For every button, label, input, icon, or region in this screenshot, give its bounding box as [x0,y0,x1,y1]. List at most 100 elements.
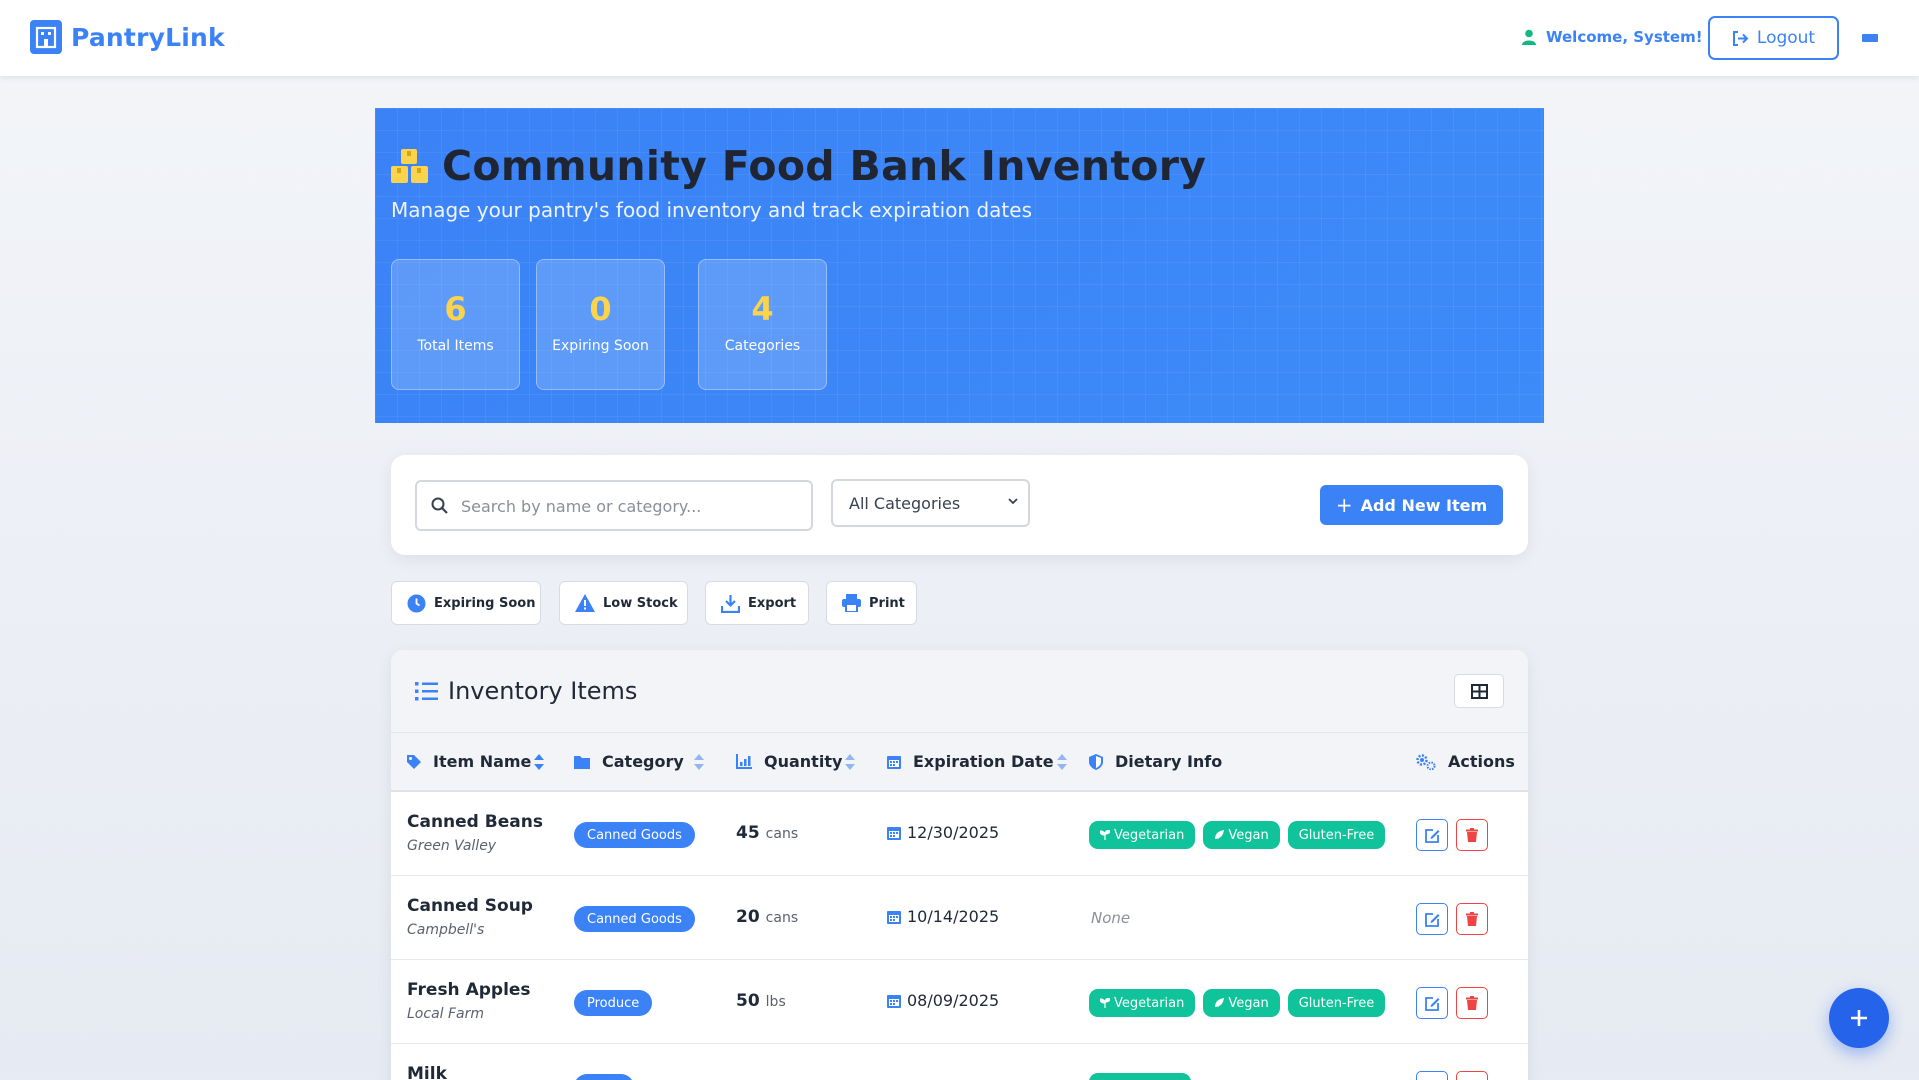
stat-value: 4 [751,290,774,328]
edit-button[interactable] [1416,819,1448,851]
logout-label: Logout [1756,28,1816,48]
table-row: Canned Soup Campbell's Canned Goods 20 ca… [391,876,1528,960]
stat-label: Expiring Soon [552,338,649,354]
expiration-date: 10/14/2025 [887,907,999,926]
column-item-name[interactable]: Item Name [407,752,545,771]
category-badge [574,1074,634,1080]
category-badge: Canned Goods [574,822,695,848]
expiration-date: 08/09/2025 [887,991,999,1010]
delete-button[interactable] [1456,1071,1488,1080]
diet-badge-vegetarian: Vegetarian [1089,821,1196,849]
leaf-icon [1215,830,1225,839]
column-quantity[interactable]: Quantity [736,752,856,771]
delete-button[interactable] [1456,819,1488,851]
boxes-icon [391,149,428,183]
quantity-unit: cans [765,826,799,842]
add-new-item-button[interactable]: + Add New Item [1320,485,1503,525]
export-label: Export [748,595,797,611]
diet-badge-vegan: Vegan [1203,821,1280,849]
column-label: Item Name [433,752,532,771]
table-row: Milk [391,1044,1528,1080]
print-button[interactable]: Print [826,581,917,625]
warning-icon [575,594,595,612]
clock-icon [407,594,426,612]
diet-label: Vegan [1228,995,1269,1011]
welcome-message: Welcome, System! [1522,28,1703,46]
dietary-none: None [1091,909,1131,927]
menu-toggle-icon[interactable] [1862,34,1878,42]
dietary-badges: Vegetarian Vegan Gluten-Free [1089,821,1393,849]
dietary-badges: Vegetarian Vegan Gluten-Free [1089,989,1393,1017]
search-box [415,480,813,531]
expiration-date-value: 12/30/2025 [907,823,1000,842]
edit-button[interactable] [1416,1071,1448,1080]
stat-label: Total Items [417,338,494,354]
edit-button[interactable] [1416,903,1448,935]
sort-icon[interactable] [845,753,856,770]
trash-icon [1466,912,1478,926]
diet-badge [1089,1073,1191,1080]
stat-card-categories: 4 Categories [698,259,827,390]
quantity-value: 50 [736,991,760,1011]
quantity-value: 45 [736,823,760,843]
item-brand: Local Farm [407,1006,485,1022]
sort-icon[interactable] [534,753,545,770]
item-name: Canned Soup [407,896,533,916]
stat-label: Categories [724,338,801,354]
column-label: Category [602,752,684,771]
category-badge: Canned Goods [574,906,695,932]
item-name: Canned Beans [407,812,543,832]
stat-value: 0 [589,290,612,328]
tag-icon [407,754,421,769]
sort-icon[interactable] [693,753,704,770]
calendar-icon [887,995,901,1008]
add-new-item-label: Add New Item [1360,495,1488,515]
column-expiration-date[interactable]: Expiration Date [887,752,1067,771]
delete-button[interactable] [1456,903,1488,935]
edit-icon [1424,996,1439,1011]
seedling-icon [1100,998,1110,1008]
plus-icon: + [1335,493,1353,517]
chart-bar-icon [736,754,752,769]
diet-badge-vegetarian: Vegetarian [1089,989,1196,1017]
quantity-unit: lbs [765,994,786,1010]
grid-view-toggle[interactable] [1454,674,1504,708]
low-stock-button[interactable]: Low Stock [559,581,688,625]
edit-icon [1424,912,1439,927]
stat-card-total-items: 6 Total Items [391,259,520,390]
export-button[interactable]: Export [705,581,809,625]
grid-icon [1470,683,1488,699]
logout-button[interactable]: Logout [1708,16,1839,60]
low-stock-label: Low Stock [603,595,678,611]
brand[interactable]: PantryLink [30,20,225,54]
sort-icon[interactable] [1056,753,1067,770]
inventory-title: Inventory Items [415,677,637,705]
search-icon [431,497,448,514]
category-select[interactable]: All Categories [831,479,1030,527]
chevron-down-icon [1008,498,1018,505]
leaf-icon [1215,998,1225,1007]
column-category[interactable]: Category [574,752,704,771]
column-dietary-info: Dietary Info [1089,752,1222,771]
column-label: Expiration Date [913,752,1054,771]
print-label: Print [869,595,905,611]
quantity: 20 cans [736,907,798,927]
column-actions: Actions [1416,752,1515,771]
stat-value: 6 [444,290,467,328]
brand-name: PantryLink [71,22,225,52]
quantity-value: 20 [736,907,760,927]
quantity: 45 cans [736,823,798,843]
delete-button[interactable] [1456,987,1488,1019]
calendar-icon [887,756,901,769]
user-icon [1522,29,1536,45]
top-navbar: PantryLink Welcome, System! Logout [0,0,1919,76]
cogs-icon [1416,753,1436,770]
expiring-soon-button[interactable]: Expiring Soon [391,581,541,625]
add-item-fab[interactable] [1829,988,1889,1048]
item-name: Milk [407,1064,447,1080]
sign-out-icon [1732,30,1749,46]
edit-button[interactable] [1416,987,1448,1019]
trash-icon [1466,996,1478,1010]
search-input[interactable] [461,493,801,519]
expiration-date-value: 10/14/2025 [907,907,1000,926]
